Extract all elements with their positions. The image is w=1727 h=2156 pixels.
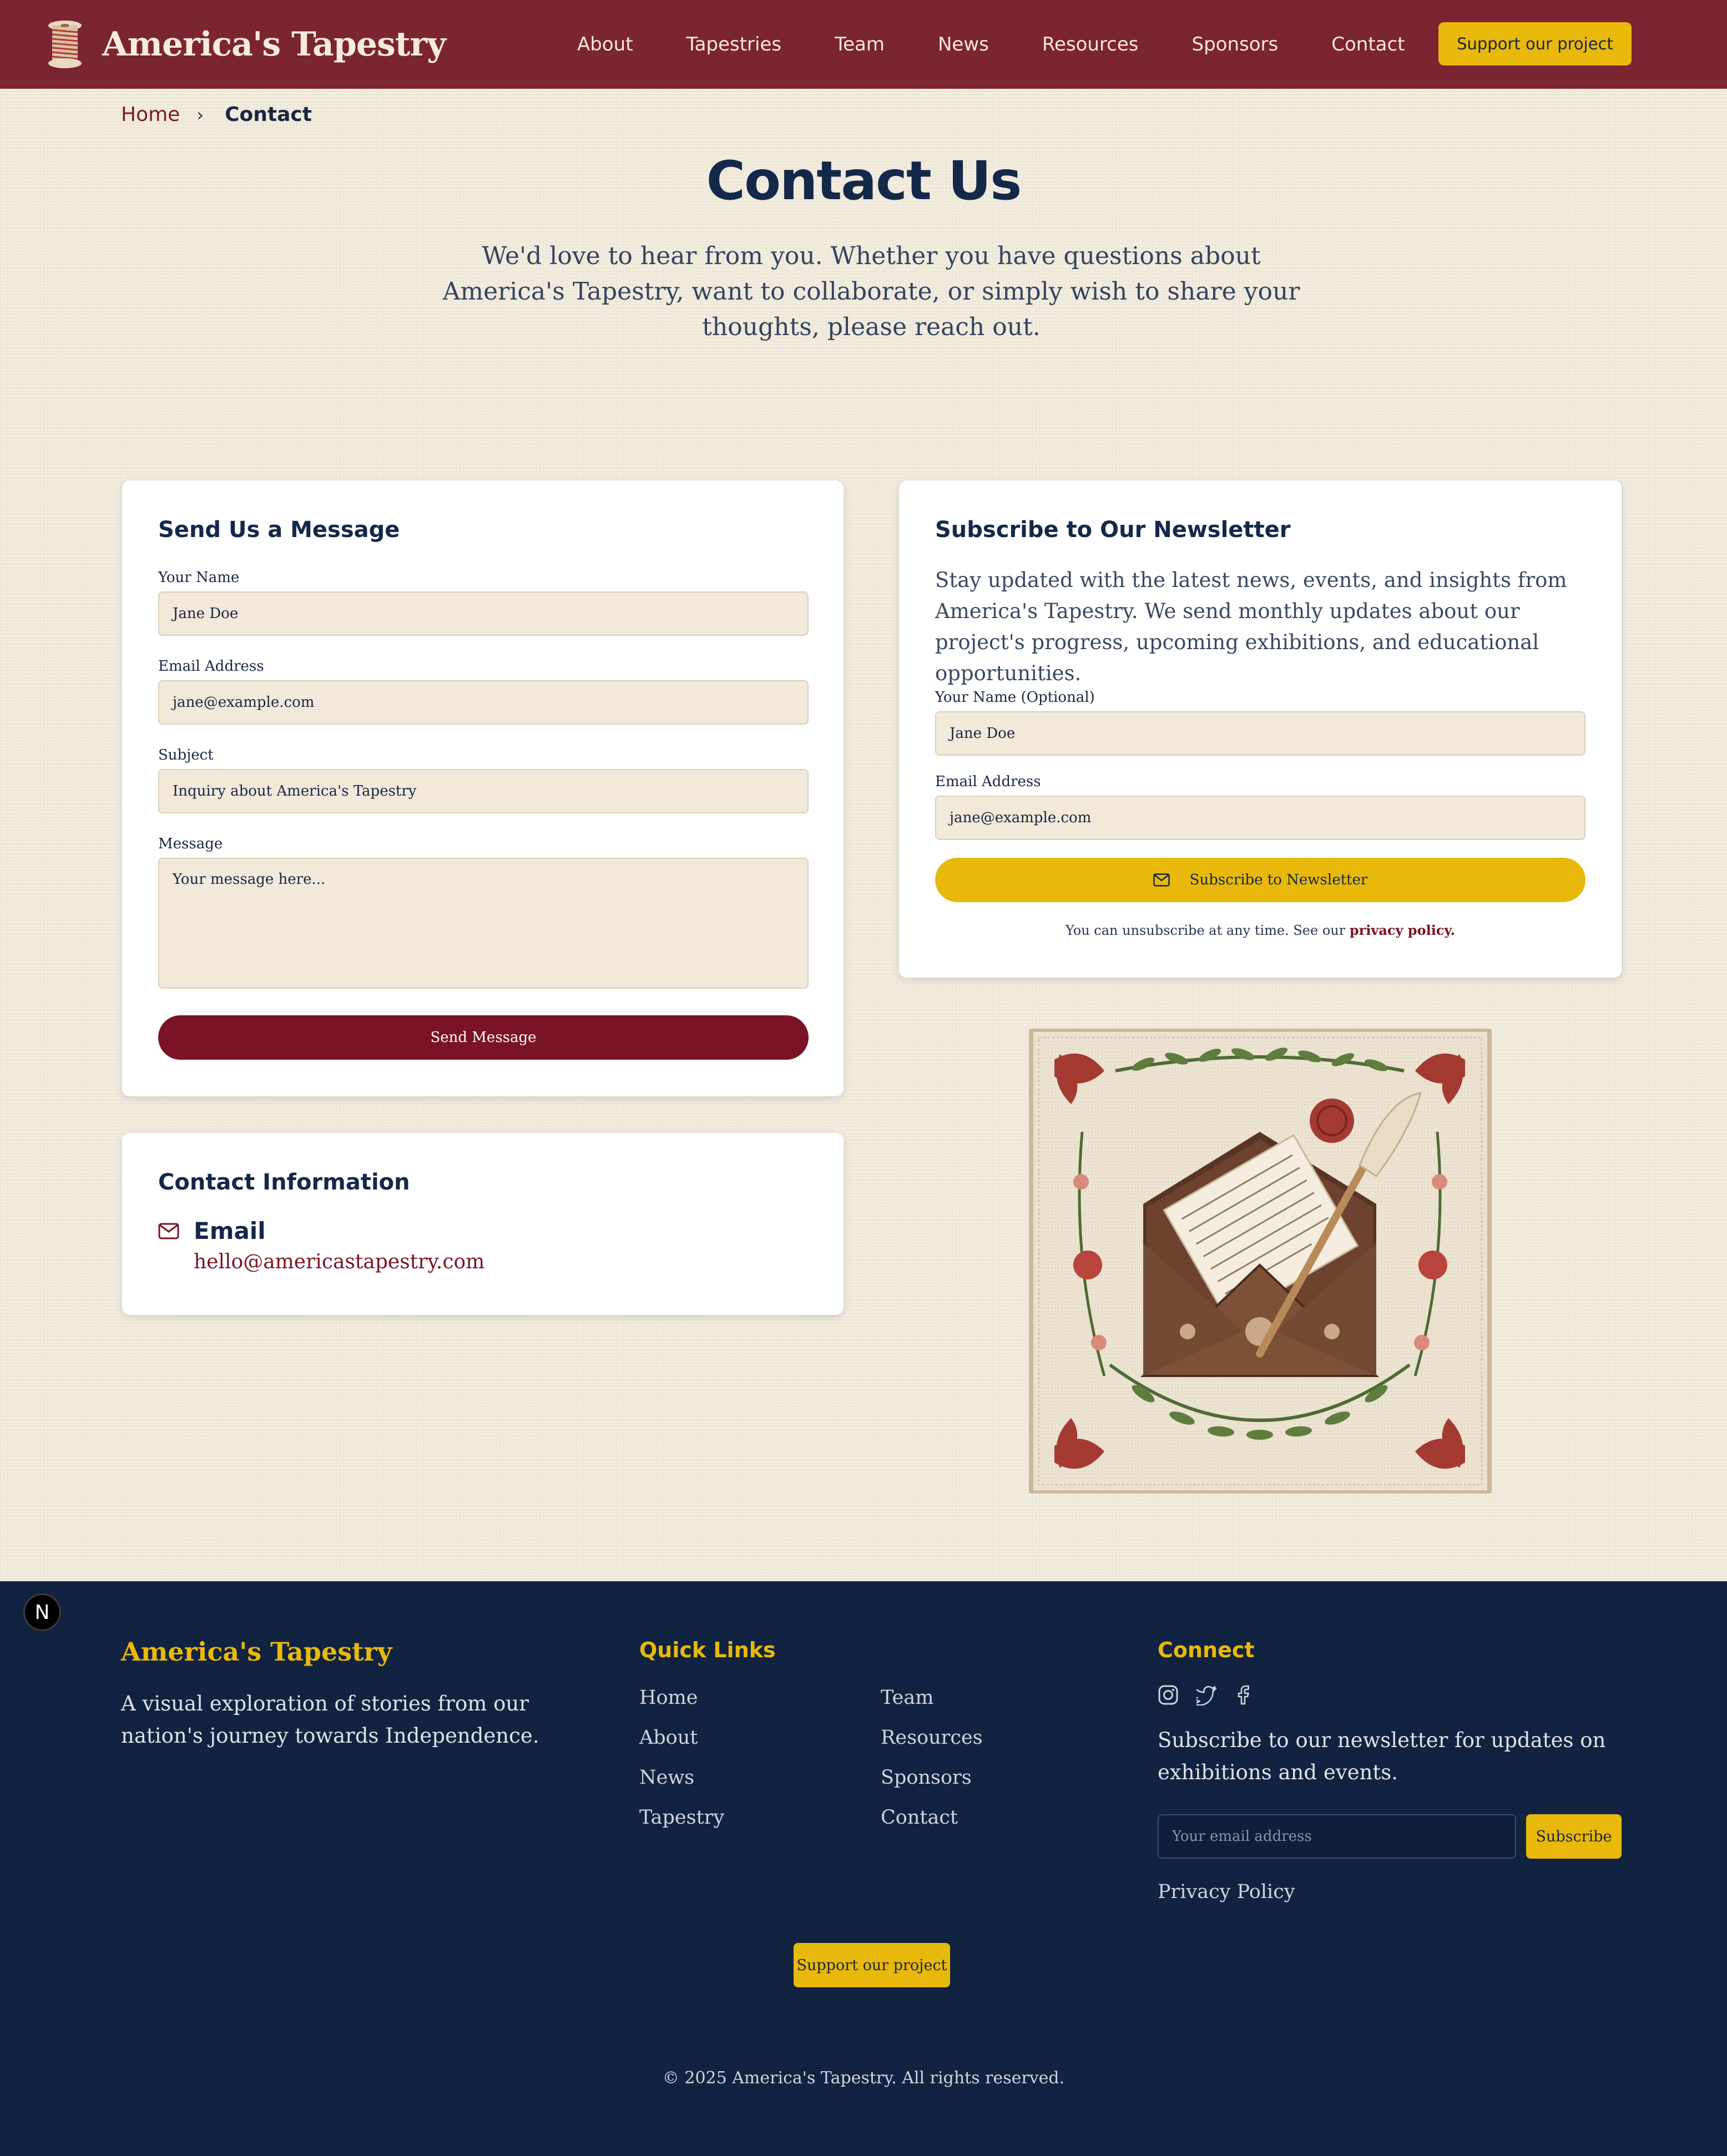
footer-link-team[interactable]: Team: [881, 1687, 933, 1709]
footer-description: A visual exploration of stories from our…: [121, 1692, 539, 1748]
nav-about[interactable]: About: [577, 33, 633, 55]
site-header: America's Tapestry About Tapestries Team…: [0, 0, 1727, 89]
breadcrumb-chevron-icon: ›: [196, 104, 204, 125]
dev-tools-badge[interactable]: N: [23, 1593, 61, 1631]
page-intro: We'd love to hear from you. Whether you …: [442, 242, 1300, 341]
newsletter-fine-print: You can unsubscribe at any time. See our…: [935, 922, 1585, 938]
twitter-icon[interactable]: [1196, 1684, 1219, 1705]
support-project-button[interactable]: Support our project: [1438, 22, 1632, 65]
message-form-title: Send Us a Message: [158, 517, 400, 543]
nav-team[interactable]: Team: [835, 33, 885, 55]
contact-info-title: Contact Information: [158, 1170, 410, 1195]
facebook-icon[interactable]: [1238, 1684, 1252, 1705]
main-nav: About Tapestries Team News Resources Spo…: [577, 0, 1458, 89]
envelope-tapestry-image: [1029, 1029, 1492, 1494]
subscribe-newsletter-label: Subscribe to Newsletter: [1189, 872, 1368, 888]
breadcrumb: Home › Contact: [121, 103, 312, 126]
nav-contact[interactable]: Contact: [1331, 33, 1405, 55]
footer-support-button[interactable]: Support our project: [794, 1943, 950, 1987]
connect-text: Subscribe to our newsletter for updates …: [1158, 1728, 1606, 1784]
footer-link-news[interactable]: News: [639, 1767, 694, 1789]
subject-input[interactable]: Inquiry about America's Tapestry: [158, 769, 809, 813]
footer-link-tapestry[interactable]: Tapestry: [639, 1806, 724, 1829]
thread-spool-icon: [48, 21, 82, 68]
newsletter-title: Subscribe to Our Newsletter: [935, 517, 1291, 543]
footer-link-contact[interactable]: Contact: [881, 1806, 958, 1829]
footer-link-about[interactable]: About: [639, 1727, 698, 1749]
mail-icon: [158, 1223, 179, 1239]
message-label: Message: [158, 836, 223, 852]
newsletter-description: Stay updated with the latest news, event…: [935, 568, 1567, 685]
instagram-icon[interactable]: [1158, 1684, 1179, 1705]
footer-link-resources[interactable]: Resources: [881, 1727, 983, 1749]
nav-sponsors[interactable]: Sponsors: [1192, 33, 1279, 55]
newsletter-email-label: Email Address: [935, 773, 1041, 790]
subject-label: Subject: [158, 747, 214, 763]
name-label: Your Name: [158, 569, 240, 586]
copyright: © 2025 America's Tapestry. All rights re…: [662, 2068, 1065, 2088]
footer-link-home[interactable]: Home: [639, 1687, 698, 1709]
email-input[interactable]: jane@example.com: [158, 680, 809, 725]
fine-print-text: You can unsubscribe at any time. See our: [1066, 923, 1350, 938]
email-label: Email Address: [158, 658, 264, 675]
nav-tapestries[interactable]: Tapestries: [686, 33, 782, 55]
footer-subscribe-button[interactable]: Subscribe: [1526, 1814, 1622, 1859]
footer-brand: America's Tapestry: [121, 1637, 392, 1667]
quick-links-heading: Quick Links: [639, 1638, 776, 1662]
email-heading: Email: [194, 1217, 266, 1244]
connect-heading: Connect: [1158, 1638, 1255, 1662]
logo[interactable]: America's Tapestry: [40, 18, 446, 71]
newsletter-name-label: Your Name (Optional): [935, 689, 1095, 706]
message-textarea[interactable]: Your message here...: [158, 858, 809, 989]
page-title: Contact Us: [706, 150, 1022, 212]
nav-resources[interactable]: Resources: [1042, 33, 1139, 55]
mail-icon: [1153, 873, 1170, 887]
contact-email-link[interactable]: hello@americastapestry.com: [194, 1251, 484, 1273]
breadcrumb-current: Contact: [225, 103, 312, 126]
nav-news[interactable]: News: [938, 33, 989, 55]
send-message-button[interactable]: Send Message: [158, 1015, 809, 1060]
brand-name: America's Tapestry: [102, 25, 446, 64]
breadcrumb-home[interactable]: Home: [121, 103, 180, 126]
footer-email-input[interactable]: Your email address: [1158, 1814, 1516, 1859]
newsletter-email-input[interactable]: jane@example.com: [935, 796, 1585, 840]
name-input[interactable]: Jane Doe: [158, 591, 809, 636]
footer-link-sponsors[interactable]: Sponsors: [881, 1767, 972, 1789]
newsletter-name-input[interactable]: Jane Doe: [935, 711, 1585, 756]
privacy-policy-link[interactable]: Privacy Policy: [1158, 1881, 1295, 1903]
privacy-policy-link[interactable]: privacy policy.: [1350, 922, 1455, 938]
subscribe-newsletter-button[interactable]: Subscribe to Newsletter: [935, 858, 1585, 902]
